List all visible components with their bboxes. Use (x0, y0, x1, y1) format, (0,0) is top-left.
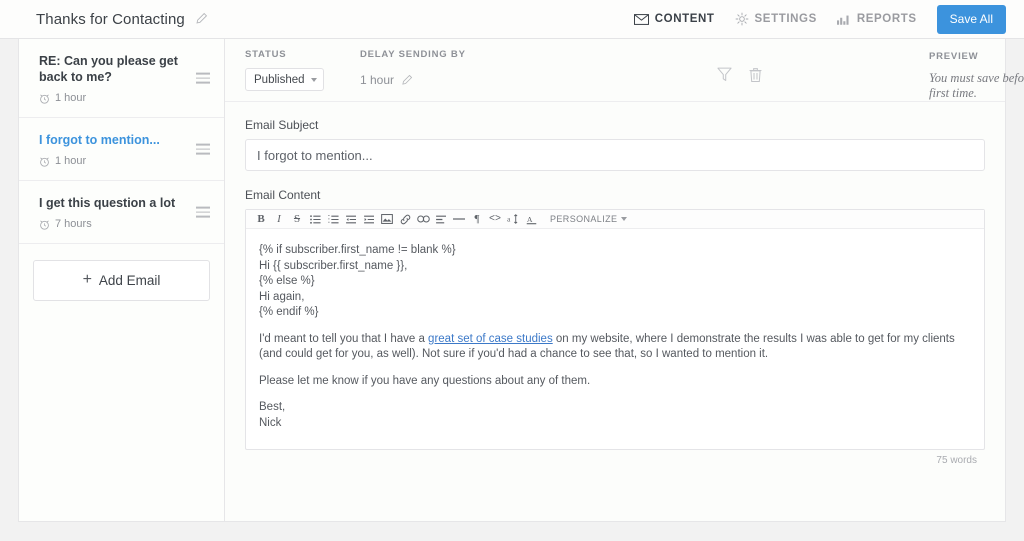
status-select[interactable]: Published (245, 68, 324, 91)
paragraph-icon[interactable]: ¶ (468, 211, 486, 228)
preview-label: PREVIEW (929, 51, 979, 62)
content-paragraph-1: I'd meant to tell you that I have a grea… (259, 332, 971, 363)
email-delay: 7 hours (39, 218, 184, 230)
font-color-icon[interactable]: A (522, 211, 540, 228)
email-delay-text: 1 hour (55, 155, 87, 167)
personalize-label: PERSONALIZE (550, 214, 618, 224)
email-title: I get this question a lot (39, 196, 176, 210)
italic-icon[interactable]: I (270, 211, 288, 228)
page-title-text: Thanks for Contacting (36, 10, 185, 28)
liquid-line-3: Hi again, (259, 290, 305, 303)
add-email-label: Add Email (98, 272, 161, 288)
code-icon[interactable]: <> (486, 211, 504, 228)
paragraph-1-before: I'd meant to tell you that I have a (259, 332, 429, 345)
unlink-icon[interactable] (414, 211, 432, 228)
main-panel: STATUS Published DELAY SENDING BY 1 hour (225, 39, 1024, 521)
personalize-dropdown[interactable]: PERSONALIZE (550, 214, 628, 224)
drag-handle-icon[interactable] (196, 70, 210, 87)
outdent-icon[interactable] (342, 211, 360, 228)
delay-value-text: 1 hour (360, 73, 395, 87)
save-all-button[interactable]: Save All (936, 4, 1006, 34)
delay-label: DELAY SENDING BY (360, 49, 466, 60)
preview-column: PREVIEW You must save before you can pre… (693, 51, 1024, 101)
bullet-list-icon[interactable] (306, 211, 324, 228)
nav-reports[interactable]: REPORTS (836, 13, 917, 25)
numbered-list-icon[interactable] (324, 211, 342, 228)
pencil-icon[interactable] (195, 12, 208, 25)
top-bar: Thanks for Contacting CONTENT SETTINGS R… (0, 0, 1024, 39)
email-subject-input[interactable] (245, 139, 985, 171)
email-subject-label: Email Subject (245, 118, 319, 132)
horizontal-rule-icon[interactable] (450, 211, 468, 228)
chevron-down-icon (311, 77, 317, 82)
svg-text:A: A (526, 214, 532, 223)
status-bar: STATUS Published DELAY SENDING BY 1 hour (225, 39, 1024, 102)
email-delay-text: 7 hours (55, 218, 92, 230)
liquid-line-2: {% else %} (259, 275, 315, 287)
add-email-wrap: + Add Email (19, 244, 224, 317)
email-list-item-0[interactable]: RE: Can you please get back to me? 1 hou… (19, 39, 224, 118)
editor-toolbar: B I S ¶ <> a A PERSONALIZE (246, 210, 984, 229)
image-icon[interactable] (378, 211, 396, 228)
word-count: 75 words (936, 455, 977, 466)
liquid-line-4: {% endif %} (259, 306, 319, 318)
sign-name: Nick (259, 416, 282, 429)
rich-text-editor: B I S ¶ <> a A PERSONALIZE {% if subscri… (245, 209, 985, 450)
strikethrough-icon[interactable]: S (288, 211, 306, 228)
align-left-icon[interactable] (432, 211, 450, 228)
email-delay: 1 hour (39, 92, 184, 104)
liquid-block: {% if subscriber.first_name != blank %} … (259, 243, 971, 321)
nav-settings-label: SETTINGS (754, 13, 817, 25)
sign-off: Best, (259, 401, 286, 413)
alarm-clock-icon (39, 93, 50, 104)
email-content-label: Email Content (245, 188, 321, 202)
page-title: Thanks for Contacting (36, 11, 208, 28)
pencil-icon[interactable] (401, 74, 413, 86)
case-studies-link[interactable]: great set of case studies (428, 333, 553, 345)
envelope-icon (633, 13, 649, 25)
email-list-item-1[interactable]: I forgot to mention... 1 hour (19, 118, 224, 181)
content-area: RE: Can you please get back to me? 1 hou… (18, 39, 1024, 522)
email-title: RE: Can you please get back to me? (39, 54, 178, 84)
preview-message: You must save before you can preview thi… (929, 71, 1024, 100)
nav-settings[interactable]: SETTINGS (735, 12, 817, 26)
email-sidebar: RE: Can you please get back to me? 1 hou… (19, 39, 225, 521)
svg-text:a: a (507, 215, 511, 223)
drag-handle-icon[interactable] (196, 141, 210, 158)
nav-content[interactable]: CONTENT (633, 13, 715, 25)
status-select-value: Published (254, 73, 305, 86)
chevron-down-icon (621, 217, 628, 221)
app-root: Thanks for Contacting CONTENT SETTINGS R… (0, 0, 1024, 541)
sign-off-block: Best, Nick (259, 400, 971, 431)
line-height-icon[interactable]: a (504, 211, 522, 228)
editor-panel: Email Subject Email Content B I S (225, 102, 1005, 466)
alarm-clock-icon (39, 219, 50, 230)
add-email-button[interactable]: + Add Email (33, 260, 210, 301)
status-label: STATUS (245, 49, 287, 60)
editor-content[interactable]: {% if subscriber.first_name != blank %} … (246, 229, 984, 449)
status-column: STATUS Published (245, 49, 345, 91)
email-delay: 1 hour (39, 155, 184, 167)
preview-block: PREVIEW You must save before you can pre… (929, 51, 1024, 101)
nav-content-label: CONTENT (654, 13, 715, 25)
liquid-line-1: Hi {{ subscriber.first_name }}, (259, 259, 408, 272)
email-delay-text: 1 hour (55, 92, 87, 104)
content-paragraph-2: Please let me know if you have any quest… (259, 374, 591, 387)
link-icon[interactable] (396, 211, 414, 228)
email-title: I forgot to mention... (39, 133, 160, 147)
delay-value: 1 hour (360, 73, 540, 87)
top-nav: CONTENT SETTINGS REPORTS Save All (633, 4, 1006, 34)
bold-icon[interactable]: B (252, 211, 270, 228)
delay-column: DELAY SENDING BY 1 hour (360, 49, 540, 87)
indent-icon[interactable] (360, 211, 378, 228)
drag-handle-icon[interactable] (196, 204, 210, 221)
alarm-clock-icon (39, 156, 50, 167)
liquid-line-0: {% if subscriber.first_name != blank %} (259, 244, 456, 256)
email-list-item-2[interactable]: I get this question a lot 7 hours (19, 181, 224, 244)
plus-icon: + (82, 271, 92, 288)
gear-icon (735, 12, 749, 26)
nav-reports-label: REPORTS (856, 13, 917, 25)
bar-chart-icon (836, 14, 851, 25)
